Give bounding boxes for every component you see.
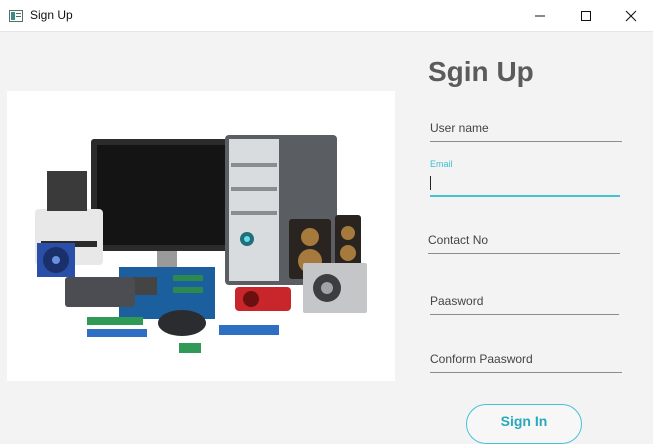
- sign-in-button[interactable]: Sign In: [466, 404, 582, 444]
- close-button[interactable]: [608, 0, 653, 31]
- close-icon: [625, 10, 637, 22]
- page-title: Sgin Up: [428, 56, 534, 87]
- minimize-button[interactable]: [517, 0, 563, 31]
- email-underline-focused: [430, 195, 620, 197]
- sign-in-label: Sign In: [500, 413, 548, 429]
- contact-placeholder: Contact No: [428, 233, 489, 247]
- app-icon: [9, 9, 23, 22]
- hardware-photo-icon: [35, 135, 367, 353]
- password-underline: [430, 314, 619, 315]
- username-placeholder: User name: [430, 121, 489, 135]
- text-caret: [430, 176, 431, 190]
- hardware-image: [7, 91, 395, 381]
- password-field[interactable]: Paasword: [430, 294, 622, 315]
- username-field[interactable]: User name: [430, 121, 622, 142]
- contact-underline: [428, 253, 620, 254]
- email-field[interactable]: Email: [430, 159, 622, 197]
- maximize-button[interactable]: [563, 0, 609, 31]
- contact-number-field[interactable]: Contact No: [428, 233, 620, 254]
- email-floating-label: Email: [430, 159, 453, 169]
- username-underline: [430, 141, 622, 142]
- confirm-password-field[interactable]: Conform Paasword: [430, 352, 622, 373]
- minimize-icon: [535, 15, 545, 17]
- confirm-password-underline: [430, 372, 622, 373]
- password-placeholder: Paasword: [430, 294, 484, 308]
- window-titlebar: Sign Up: [0, 0, 653, 32]
- confirm-password-placeholder: Conform Paasword: [430, 352, 533, 366]
- maximize-icon: [581, 11, 591, 21]
- window-title: Sign Up: [30, 8, 73, 22]
